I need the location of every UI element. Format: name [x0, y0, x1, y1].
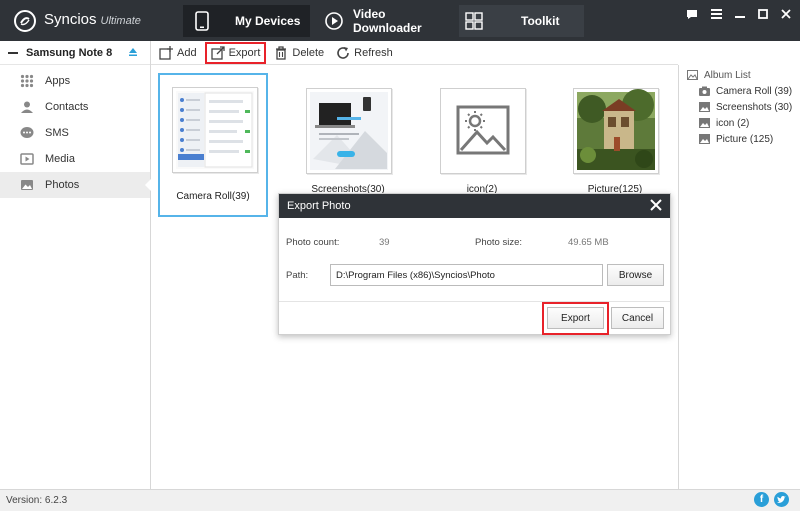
facebook-icon[interactable]: f	[754, 492, 769, 507]
sidebar-item-apps[interactable]: Apps	[0, 68, 150, 94]
export-button[interactable]: Export	[204, 41, 267, 64]
grid-icon	[465, 12, 483, 30]
maximize-icon[interactable]	[755, 7, 771, 21]
refresh-icon	[337, 46, 349, 59]
device-selector[interactable]: Samsung Note 8	[0, 41, 150, 65]
export-icon	[210, 45, 225, 60]
dialog-title: Export Photo	[287, 200, 351, 212]
album-list-item-picture[interactable]: Picture (125)	[679, 131, 800, 147]
feedback-icon[interactable]	[684, 7, 700, 21]
status-bar: Version: 6.2.3	[0, 489, 800, 511]
album-list-panel: Album List Camera Roll (39) Screenshots …	[678, 65, 800, 489]
play-icon	[325, 12, 343, 30]
tab-my-devices[interactable]: My Devices	[183, 5, 310, 37]
album-thumbnail	[573, 88, 659, 174]
add-button[interactable]: Add	[155, 42, 201, 64]
album-list-icon	[687, 70, 698, 80]
image-icon	[699, 134, 710, 144]
tab-toolkit[interactable]: Toolkit	[459, 5, 584, 37]
sidebar: Samsung Note 8 Apps Contacts SMS Media P…	[0, 41, 151, 489]
sms-icon	[20, 126, 34, 140]
sidebar-item-sms[interactable]: SMS	[0, 120, 150, 146]
path-input[interactable]: D:\Program Files (x86)\Syncios\Photo	[330, 264, 603, 286]
title-bar: Syncios Ultimate My Devices Video Downloa…	[0, 0, 800, 41]
toolbar: Add Export Delete Refresh	[151, 41, 678, 65]
photos-icon	[20, 178, 34, 192]
album-thumbnail	[306, 88, 392, 174]
photo-size-label: Photo size:	[475, 237, 522, 248]
browse-button[interactable]: Browse	[607, 264, 664, 286]
tab-video-downloader[interactable]: Video Downloader	[325, 5, 455, 37]
dialog-divider	[279, 301, 670, 302]
album-list-item-screenshots[interactable]: Screenshots (30)	[679, 99, 800, 115]
photo-count-label: Photo count:	[286, 237, 340, 248]
eject-icon[interactable]	[128, 47, 138, 57]
album-list-item-camera-roll[interactable]: Camera Roll (39)	[679, 83, 800, 99]
dialog-close-icon[interactable]	[650, 199, 662, 211]
camera-icon	[699, 86, 710, 96]
album-thumbnail	[172, 87, 258, 173]
dialog-header: Export Photo	[279, 194, 670, 218]
trash-icon	[276, 45, 287, 60]
close-icon[interactable]	[778, 7, 794, 21]
contacts-icon	[20, 100, 34, 114]
image-icon	[699, 102, 710, 112]
path-label: Path:	[286, 270, 309, 281]
photo-size-value: 49.65 MB	[568, 237, 609, 248]
album-thumbnail	[440, 88, 526, 174]
dialog-export-button[interactable]: Export	[547, 307, 604, 329]
album-list-header: Album List	[679, 67, 800, 83]
sidebar-item-media[interactable]: Media	[0, 146, 150, 172]
delete-button[interactable]: Delete	[270, 42, 328, 64]
dialog-cancel-button[interactable]: Cancel	[611, 307, 664, 329]
media-icon	[20, 152, 34, 166]
apps-icon	[20, 74, 34, 88]
sidebar-item-contacts[interactable]: Contacts	[0, 94, 150, 120]
syncios-logo-icon	[14, 10, 36, 32]
sidebar-item-photos[interactable]: Photos	[0, 172, 151, 198]
photo-count-value: 39	[379, 237, 390, 248]
export-photo-dialog: Export Photo Photo count: 39 Photo size:…	[278, 193, 671, 335]
device-name: Samsung Note 8	[26, 46, 113, 59]
minimize-icon[interactable]	[732, 7, 748, 21]
album-caption: Camera Roll(39)	[176, 191, 250, 202]
image-icon	[699, 118, 710, 128]
menu-icon[interactable]	[708, 7, 724, 21]
album-list-item-icon[interactable]: icon (2)	[679, 115, 800, 131]
phone-icon	[193, 11, 211, 31]
add-icon	[159, 45, 173, 60]
app-title: Syncios Ultimate	[44, 11, 141, 28]
album-camera-roll[interactable]: Camera Roll(39)	[158, 73, 268, 217]
collapse-icon[interactable]	[8, 51, 18, 54]
refresh-button[interactable]: Refresh	[332, 42, 397, 64]
twitter-icon[interactable]	[774, 492, 789, 507]
version-label: Version: 6.2.3	[6, 495, 68, 506]
